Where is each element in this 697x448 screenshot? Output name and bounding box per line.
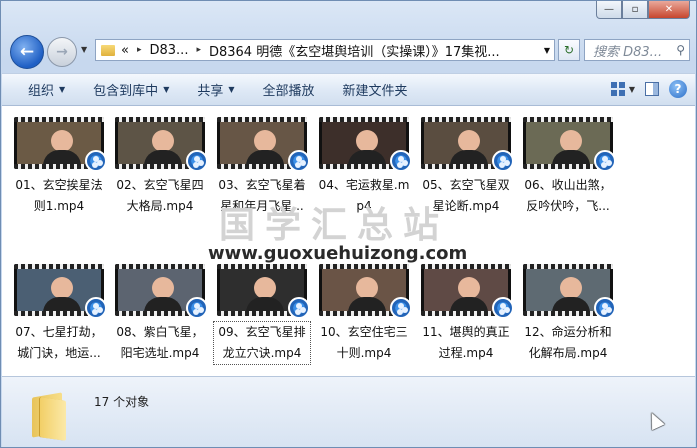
media-player-icon [390,297,412,319]
include-library-menu[interactable]: 包含到库中 ▼ [79,80,183,99]
file-item[interactable]: 06、收山出煞，反吟伏吟，飞... [520,117,616,217]
file-name: 10、玄空住宅三十则.mp4 [320,325,408,360]
chevron-right-icon[interactable]: ▸ [137,45,142,55]
search-input[interactable]: 搜索 D83... ⚲ [584,39,690,61]
media-player-icon [492,297,514,319]
organize-menu[interactable]: 组织 ▼ [2,80,79,99]
folder-icon [30,391,70,441]
item-count: 17 个对象 [94,395,150,409]
media-player-icon [594,150,616,172]
watermark-title: 国学汇总站 [219,204,450,246]
details-pane: 17 个对象 [2,376,695,447]
back-arrow-icon: ← [19,42,35,62]
media-player-icon [390,150,412,172]
help-icon[interactable]: ? [669,80,687,98]
forward-button[interactable]: → [47,37,77,67]
file-item[interactable]: 07、七星打劫，城门诀，地运... [11,264,107,364]
back-button[interactable]: ← [10,35,44,69]
chevron-down-icon: ▼ [59,85,66,94]
search-placeholder: 搜索 D83... [593,44,663,60]
explorer-window: — ▫ ✕ ← → ▼ « ▸ D83... ▸ D8364 明德《玄空堪舆培训… [0,0,697,448]
file-name: 11、堪舆的真正过程.mp4 [422,325,510,360]
refresh-button[interactable]: ↻ [558,39,580,61]
watermark-url: www.guoxuehuizong.com [208,243,468,264]
file-name: 06、收山出煞，反吟伏吟，飞... [524,178,612,213]
media-player-icon [186,150,208,172]
media-player-icon [492,150,514,172]
file-name: 12、命运分析和化解布局.mp4 [524,325,612,360]
recent-pages-dropdown[interactable]: ▼ [81,45,87,54]
file-item[interactable]: 09、玄空飞星排龙立穴诀.mp4 [213,264,311,365]
chevron-down-icon: ▼ [228,85,235,94]
view-icon[interactable] [610,82,625,96]
file-name: 08、紫白飞星，阳宅选址.mp4 [116,325,204,360]
file-item[interactable]: 12、命运分析和化解布局.mp4 [520,264,616,364]
refresh-icon: ↻ [563,43,575,57]
media-player-icon [85,150,107,172]
new-folder-button[interactable]: 新建文件夹 [329,80,422,99]
preview-pane-icon[interactable] [645,82,659,96]
chevron-down-icon: ▼ [163,85,170,94]
media-player-icon [186,297,208,319]
media-player-icon [594,297,616,319]
forward-arrow-icon: → [56,44,68,60]
file-item[interactable]: 08、紫白飞星，阳宅选址.mp4 [112,264,208,364]
file-item[interactable]: 11、堪舆的真正过程.mp4 [418,264,514,364]
chevron-down-icon[interactable]: ▼ [629,85,635,94]
command-bar: 组织 ▼ 包含到库中 ▼ 共享 ▼ 全部播放 新建文件夹 ▼ ? [2,73,695,106]
media-player-icon [288,297,310,319]
minimize-button[interactable]: — [596,1,622,19]
chevron-right-icon[interactable]: ▸ [196,45,201,55]
media-player-icon [288,150,310,172]
file-name: 01、玄空挨星法则1.mp4 [15,178,103,213]
media-player-icon [85,297,107,319]
file-name: 07、七星打劫，城门诀，地运... [15,325,103,360]
window-controls: — ▫ ✕ [596,1,690,19]
file-item[interactable]: 01、玄空挨星法则1.mp4 [11,117,107,217]
address-overflow[interactable]: « [121,43,129,58]
address-bar[interactable]: « ▸ D83... ▸ D8364 明德《玄空堪舆培训（实操课）》17集视..… [95,39,555,61]
play-all-button[interactable]: 全部播放 [249,80,329,99]
file-item[interactable]: 10、玄空住宅三十则.mp4 [316,264,412,364]
close-button[interactable]: ✕ [648,1,690,19]
file-name: 09、玄空飞星排龙立穴诀.mp4 [213,321,311,365]
file-name: 02、玄空飞星四大格局.mp4 [116,178,204,213]
breadcrumb-parent[interactable]: D83... [150,43,189,58]
folder-icon [101,44,115,56]
search-icon: ⚲ [676,43,685,57]
breadcrumb-current[interactable]: D8364 明德《玄空堪舆培训（实操课）》17集视... [209,41,500,60]
chevron-down-icon[interactable]: ▼ [544,46,550,55]
file-item[interactable]: 02、玄空飞星四大格局.mp4 [112,117,208,217]
maximize-button[interactable]: ▫ [622,1,648,19]
share-menu[interactable]: 共享 ▼ [183,80,248,99]
